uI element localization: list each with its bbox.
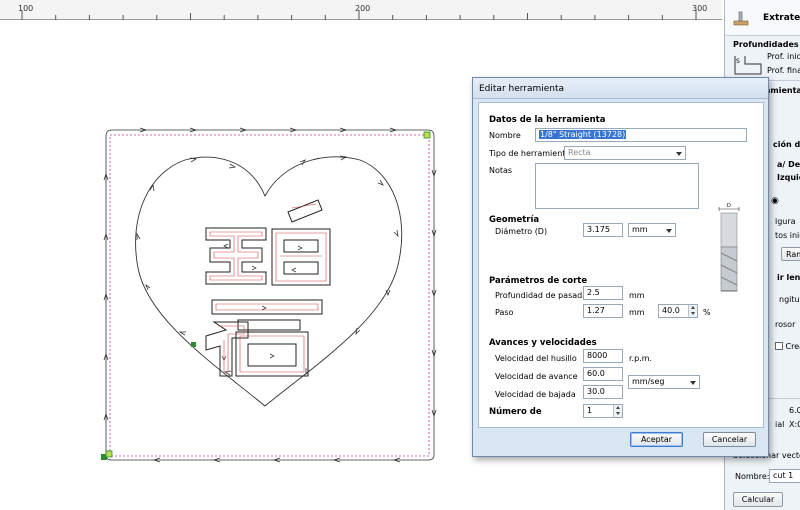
- feed-rate-label: Velocidad de avance: [495, 372, 578, 381]
- cancel-button[interactable]: Cancelar: [703, 432, 756, 447]
- tool-number-field[interactable]: 1: [583, 404, 623, 418]
- notes-field[interactable]: [535, 163, 699, 209]
- tool-type-value: Recta: [568, 148, 591, 157]
- stepover-field[interactable]: 1.27: [583, 304, 623, 318]
- stepover-label: Paso: [495, 308, 514, 317]
- tool-number-value: 1: [587, 406, 593, 415]
- radio-dot-icon[interactable]: ◉: [771, 196, 779, 206]
- calculate-button[interactable]: Calcular: [733, 492, 783, 507]
- app-window: 100 200 300 Extrate Profundidades S Prof…: [0, 0, 800, 510]
- tool-type-select[interactable]: Recta: [564, 146, 686, 160]
- rate-units-value: mm/seg: [632, 377, 665, 386]
- horizontal-ruler: 100 200 300: [0, 0, 722, 20]
- value-b-label: ial: [775, 420, 785, 429]
- units-value: mm: [632, 225, 648, 234]
- end-mill-icon: D: [718, 203, 740, 292]
- svg-text:S: S: [736, 58, 740, 65]
- name-label: Nombre: [489, 131, 521, 140]
- geometry-heading: Geometría: [489, 215, 540, 225]
- node-marker: [105, 450, 113, 458]
- section-direction-label: ción d: [773, 140, 800, 149]
- pass-depth-field[interactable]: 2.5: [583, 286, 623, 300]
- feeds-heading: Avances y velocidades: [489, 338, 597, 348]
- notes-label: Notas: [489, 166, 513, 175]
- depth-diagram-icon: S: [734, 56, 762, 75]
- value-a: 6.0: [789, 406, 800, 415]
- character-glyph: [205, 199, 331, 377]
- depths-heading: Profundidades de: [733, 40, 800, 49]
- tool-data-heading: Datos de la herramienta: [489, 115, 606, 125]
- create-checkbox-label: Crea: [785, 342, 800, 351]
- panel-title: Extrategi: [763, 13, 800, 23]
- pass-depth-unit: mm: [629, 291, 645, 300]
- chevron-down-icon: [676, 152, 682, 156]
- panel-header: Extrategi: [725, 0, 800, 36]
- spindle-speed-field[interactable]: 8000: [583, 349, 623, 363]
- final-depth-label: Prof. final: [767, 66, 800, 75]
- plunge-rate-label: Velocidad de bajada: [495, 390, 576, 399]
- stepover-percent-unit: %: [703, 308, 711, 317]
- start-depth-label: Prof. inicio: [767, 52, 800, 61]
- chevron-down-icon: [666, 229, 672, 233]
- safe-height-label: lgura: [775, 217, 796, 226]
- ruler-label-100: 100: [18, 4, 34, 13]
- create-checkbox[interactable]: Crea: [775, 342, 800, 351]
- stepover-percent-field[interactable]: 40.0: [658, 304, 698, 318]
- heart-toolpath: [135, 156, 403, 407]
- accept-button[interactable]: Aceptar: [630, 432, 683, 447]
- ramp-button[interactable]: Ram: [781, 247, 800, 261]
- spindle-speed-label: Velocidad del husillo: [495, 354, 577, 363]
- climb-direction-label: a/ Der: [777, 160, 800, 169]
- stepover-unit: mm: [629, 308, 645, 317]
- feed-rate-field[interactable]: 60.0: [583, 367, 623, 381]
- start-points-label: tos inici: [775, 231, 800, 240]
- spinner-arrows-icon[interactable]: [688, 305, 697, 317]
- ruler-label-200: 200: [355, 4, 371, 13]
- tool-type-label: Tipo de herramienta: [489, 149, 571, 158]
- length-value: ngitu: [779, 295, 800, 304]
- thickness-label: rosor: [775, 320, 796, 329]
- name-label: Nombre:: [735, 472, 770, 481]
- node-marker: [191, 342, 196, 347]
- diameter-field[interactable]: 3.175: [583, 223, 623, 237]
- cut-parameters-heading: Parámetros de corte: [489, 276, 588, 286]
- tool-number-label: Número de: [489, 407, 542, 417]
- name-field[interactable]: cut 1: [769, 469, 800, 483]
- tool-name-value: 1/8" Straight (13728): [539, 130, 627, 139]
- left-direction-label: Izquie: [777, 173, 800, 182]
- dialog-titlebar[interactable]: Editar herramienta: [473, 78, 768, 99]
- spindle-speed-unit: r.p.m.: [629, 354, 653, 363]
- material-boundary: [109, 134, 430, 457]
- plunge-rate-field[interactable]: 30.0: [583, 385, 623, 399]
- svg-text:D: D: [727, 203, 731, 209]
- spinner-arrows-icon[interactable]: [613, 405, 622, 417]
- ruler-label-300: 300: [692, 4, 708, 13]
- rate-units-select[interactable]: mm/seg: [628, 375, 700, 389]
- chevron-down-icon: [690, 381, 696, 385]
- dialog-title: Editar herramienta: [479, 84, 565, 94]
- units-select[interactable]: mm: [628, 223, 676, 237]
- edit-tool-dialog: Editar herramienta Datos de la herramien…: [472, 77, 769, 457]
- value-b: X:0: [789, 420, 800, 429]
- tool-name-field[interactable]: 1/8" Straight (13728): [535, 128, 747, 142]
- diameter-label: Diámetro (D): [495, 227, 548, 236]
- dialog-body: Datos de la herramienta Nombre 1/8" Stra…: [478, 102, 764, 428]
- pass-depth-label: Profundidad de pasada: [495, 291, 588, 300]
- length-label: ir leng: [777, 273, 800, 282]
- node-marker: [423, 131, 431, 139]
- stepover-percent-value: 40.0: [662, 306, 680, 315]
- profile-strategy-icon: [733, 11, 749, 26]
